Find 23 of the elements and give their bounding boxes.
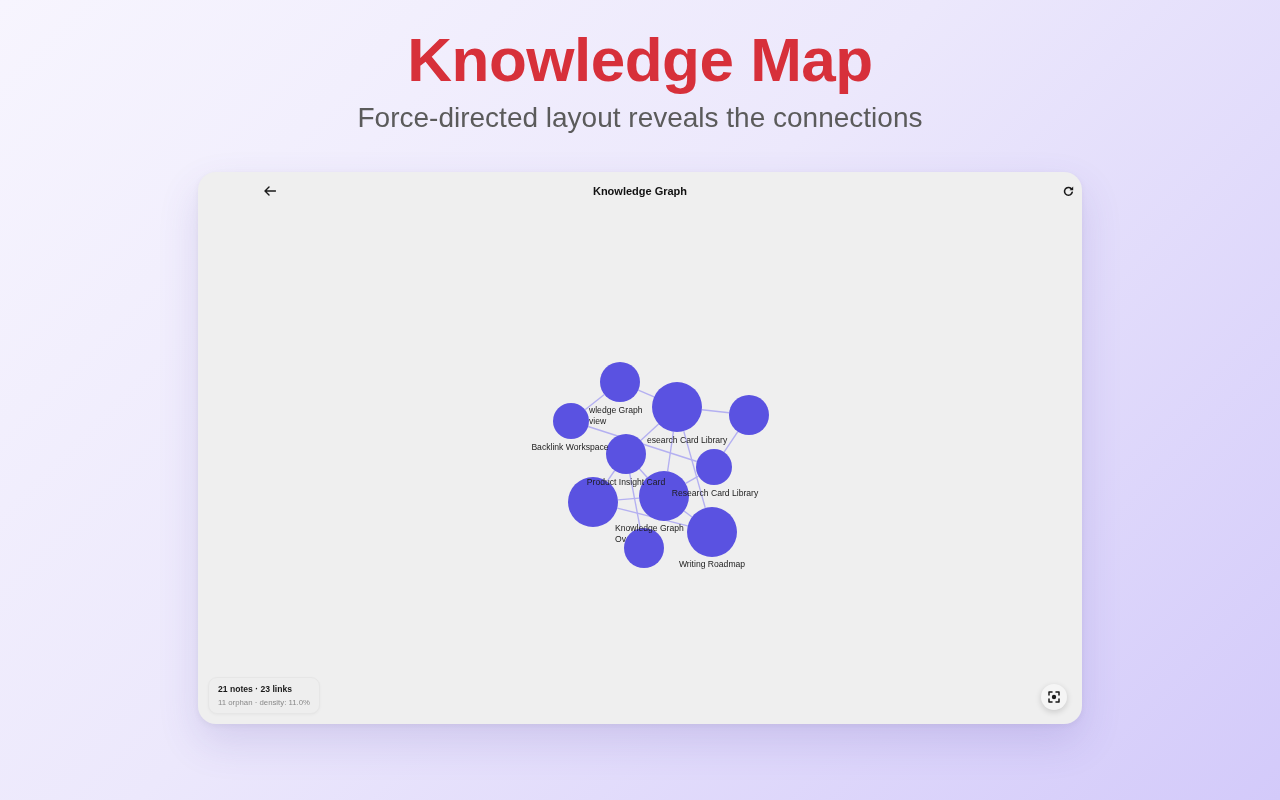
fit-view-button[interactable] bbox=[1041, 684, 1067, 710]
graph-node bbox=[553, 403, 589, 439]
graph-node bbox=[696, 449, 732, 485]
page-title: Knowledge Map bbox=[407, 26, 873, 94]
node-label: Backlink Workspace bbox=[531, 442, 609, 452]
link-line bbox=[701, 409, 730, 414]
graph-node bbox=[729, 395, 769, 435]
window-title: Knowledge Graph bbox=[592, 185, 688, 197]
back-arrow-icon bbox=[264, 186, 276, 196]
graph-node bbox=[606, 434, 646, 474]
node-label: esearch Card Library bbox=[647, 435, 728, 445]
node-label: Writing Roadmap bbox=[678, 559, 746, 569]
node-label: Knowledge Graph Ov bbox=[615, 523, 684, 544]
link-line bbox=[637, 389, 655, 398]
graph-node bbox=[652, 382, 702, 432]
node-label: wledge Graph view bbox=[589, 405, 643, 426]
page-subtitle: Force-directed layout reveals the connections bbox=[357, 101, 923, 135]
refresh-icon bbox=[1062, 185, 1074, 197]
stats-summary: 21 notes · 23 links bbox=[218, 684, 294, 694]
graph-node bbox=[687, 507, 737, 557]
graph-node bbox=[600, 362, 640, 402]
node-label: Research Card Library bbox=[671, 488, 759, 498]
focus-icon bbox=[1048, 691, 1060, 703]
